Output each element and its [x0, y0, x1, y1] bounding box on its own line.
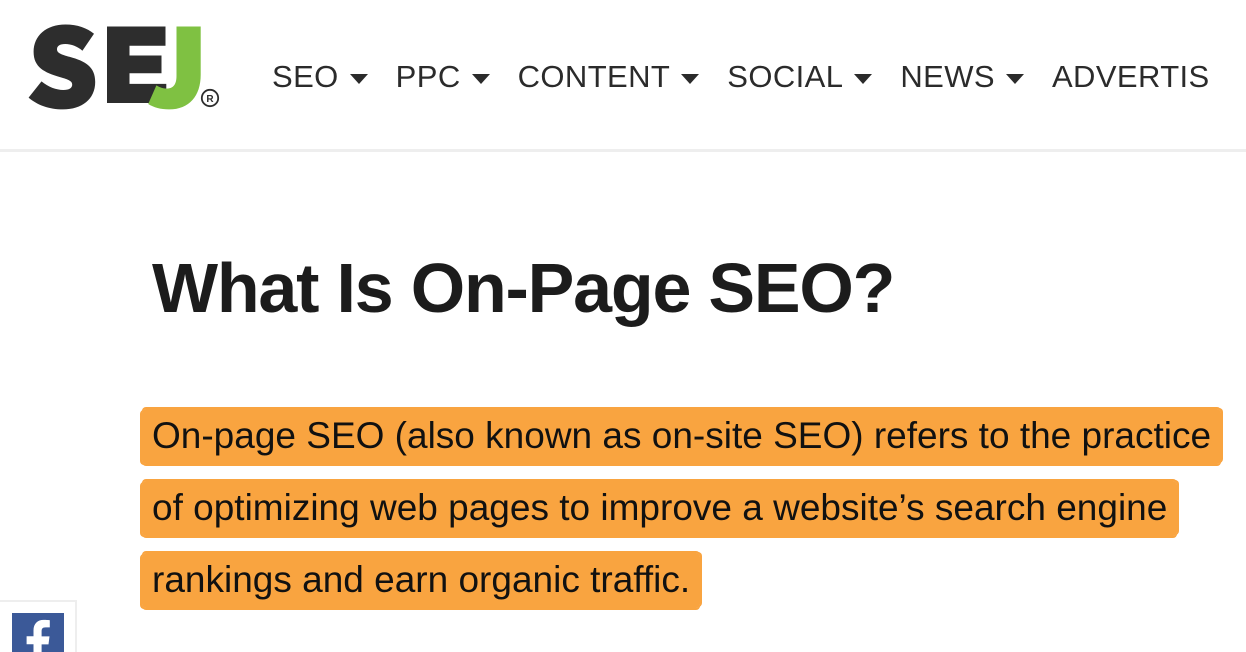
- facebook-icon: [11, 613, 64, 652]
- social-share-rail: [0, 600, 77, 652]
- nav-item-seo[interactable]: SEO: [272, 61, 368, 92]
- main-navigation: SEO PPC CONTENT SOCIAL NEWS ADVERTIS: [272, 0, 1238, 152]
- chevron-down-icon[interactable]: [349, 73, 368, 84]
- nav-item-label: SEO: [272, 58, 339, 94]
- facebook-share-button[interactable]: [11, 613, 64, 652]
- nav-item-label: NEWS: [900, 58, 995, 94]
- registered-trademark-icon: R: [200, 88, 220, 108]
- nav-item-label: CONTENT: [517, 58, 671, 94]
- chevron-down-icon[interactable]: [854, 73, 873, 84]
- nav-item-label: PPC: [395, 58, 461, 94]
- nav-item-advertise[interactable]: ADVERTIS: [1052, 61, 1210, 92]
- chevron-down-icon[interactable]: [471, 73, 490, 84]
- nav-item-social[interactable]: SOCIAL: [727, 58, 873, 94]
- sej-logo[interactable]: R: [28, 22, 228, 114]
- sej-logo-icon: R: [28, 24, 220, 110]
- svg-text:R: R: [206, 94, 214, 105]
- nav-item-ppc[interactable]: PPC: [396, 61, 490, 92]
- page-title: What Is On-Page SEO?: [152, 249, 895, 327]
- highlighted-text: On-page SEO (also known as on-site SEO) …: [142, 409, 1222, 608]
- nav-item-label: SOCIAL: [727, 58, 844, 94]
- nav-item-label: ADVERTIS: [1051, 58, 1210, 94]
- chevron-down-icon[interactable]: [1005, 73, 1024, 84]
- site-header: R SEO PPC CONTENT SOCIAL NEWS ADVERTIS: [0, 0, 1246, 152]
- page-root: R SEO PPC CONTENT SOCIAL NEWS ADVERTIS W…: [0, 0, 1246, 652]
- nav-item-content[interactable]: CONTENT: [518, 61, 700, 92]
- chevron-down-icon[interactable]: [681, 73, 700, 84]
- intro-paragraph: On-page SEO (also known as on-site SEO) …: [142, 400, 1222, 616]
- nav-item-news[interactable]: NEWS: [900, 61, 1024, 92]
